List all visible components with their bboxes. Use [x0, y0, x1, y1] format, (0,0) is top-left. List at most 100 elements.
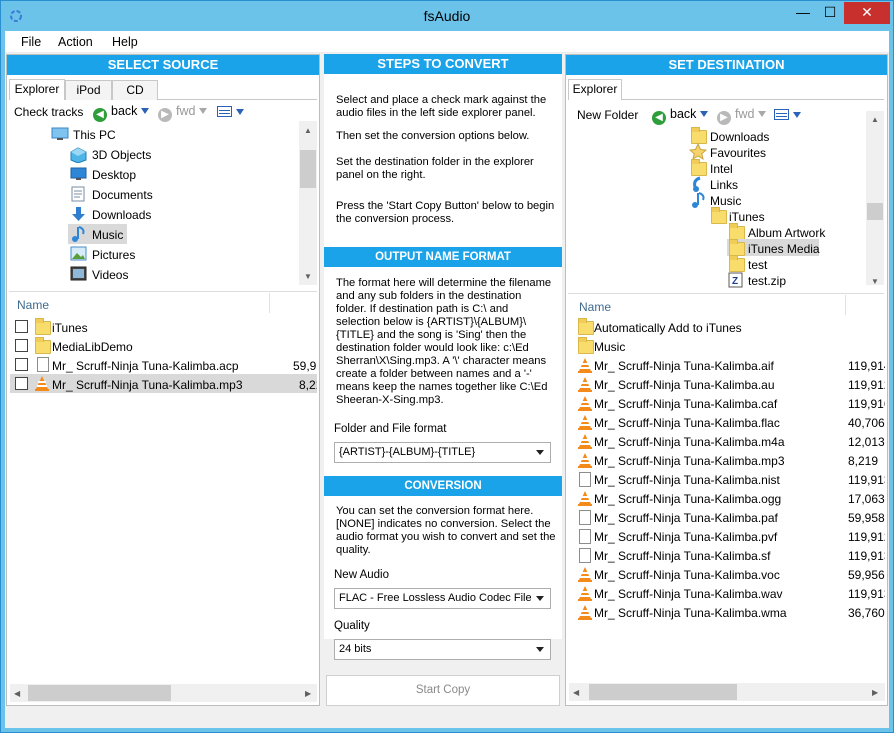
dest-tree-scrollbar[interactable]: [866, 111, 884, 285]
start-copy-button[interactable]: Start Copy: [326, 675, 560, 706]
dest-file-name[interactable]: Mr_ Scruff-Ninja Tuna-Kalimba.pvf: [594, 530, 777, 544]
folder-file-format-select[interactable]: {ARTIST}-{ALBUM}-{TITLE}: [334, 442, 551, 463]
dest-file-name[interactable]: Mr_ Scruff-Ninja Tuna-Kalimba.au: [594, 378, 775, 392]
view-dropdown-icon[interactable]: [793, 112, 801, 118]
fwd-dropdown-icon[interactable]: [199, 108, 208, 114]
menu-file[interactable]: File: [21, 35, 41, 49]
dest-file-name[interactable]: Mr_ Scruff-Ninja Tuna-Kalimba.wav: [594, 587, 783, 601]
dest-tree-item-links[interactable]: Links: [710, 178, 738, 192]
dest-file-name[interactable]: Mr_ Scruff-Ninja Tuna-Kalimba.wma: [594, 606, 787, 620]
tree-scroll-thumb[interactable]: [300, 150, 316, 188]
dest-tab-explorer[interactable]: Explorer: [568, 79, 622, 100]
dest-file-name[interactable]: Automatically Add to iTunes: [594, 321, 742, 335]
back-dropdown-icon[interactable]: [141, 108, 150, 114]
vlc-cone-icon: [578, 453, 592, 468]
folder-icon: [729, 255, 745, 272]
dest-tree-item-favourites[interactable]: Favourites: [710, 146, 766, 160]
maximize-button[interactable]: ☐: [816, 2, 844, 24]
dest-file-name[interactable]: Mr_ Scruff-Ninja Tuna-Kalimba.caf: [594, 397, 777, 411]
file-name[interactable]: MediaLibDemo: [52, 340, 133, 354]
tree-item-music[interactable]: Music: [92, 228, 123, 242]
close-button[interactable]: ✕: [844, 2, 890, 24]
dest-column-header-name[interactable]: Name: [579, 300, 611, 314]
dest-view-button[interactable]: [774, 108, 805, 122]
dest-tree-scroll-thumb[interactable]: [867, 203, 883, 220]
track-checkbox[interactable]: [15, 320, 28, 333]
dest-tree-item-test[interactable]: test: [748, 258, 767, 272]
fwd-dropdown-icon[interactable]: [758, 111, 767, 117]
minimize-button[interactable]: —: [790, 2, 816, 24]
scroll-left-arrow-icon[interactable]: ◀: [14, 689, 20, 698]
tab-explorer[interactable]: Explorer: [9, 79, 65, 100]
tree-item-desktop[interactable]: Desktop: [92, 168, 136, 182]
view-button[interactable]: [217, 105, 248, 119]
chevron-down-icon: [536, 450, 544, 455]
tree-item-3d-objects[interactable]: 3D Objects: [92, 148, 151, 162]
quality-select[interactable]: 24 bits: [334, 639, 551, 660]
tab-ipod[interactable]: iPod: [65, 80, 112, 100]
file-name[interactable]: Mr_ Scruff-Ninja Tuna-Kalimba.acp: [52, 359, 239, 373]
menu-help[interactable]: Help: [112, 35, 138, 49]
dest-file-name[interactable]: Mr_ Scruff-Ninja Tuna-Kalimba.aif: [594, 359, 774, 373]
tree-item-videos[interactable]: Videos: [92, 268, 128, 282]
view-grid-icon: [774, 109, 789, 120]
back-label: back: [111, 104, 138, 118]
dest-file-name[interactable]: Mr_ Scruff-Ninja Tuna-Kalimba.flac: [594, 416, 780, 430]
column-header-name[interactable]: Name: [17, 298, 49, 312]
view-dropdown-icon[interactable]: [236, 109, 244, 115]
dest-file-name[interactable]: Mr_ Scruff-Ninja Tuna-Kalimba.voc: [594, 568, 780, 582]
folder-file-format-label: Folder and File format: [334, 423, 447, 435]
dest-back-button[interactable]: ◀ back: [652, 107, 712, 125]
fwd-button[interactable]: ▶ fwd: [158, 104, 211, 122]
scroll-down-arrow-icon[interactable]: ▼: [304, 272, 312, 281]
scroll-right-arrow-icon[interactable]: ▶: [305, 689, 311, 698]
step-1-text: Select and place a check mark against th…: [336, 94, 547, 119]
track-checkbox[interactable]: [15, 358, 28, 371]
dest-tree-item-test-zip[interactable]: test.zip: [748, 274, 786, 288]
dest-h-scroll-thumb[interactable]: [589, 684, 737, 700]
dest-tree-item-itunes-media[interactable]: iTunes Media: [748, 242, 820, 256]
videos-icon: [70, 266, 87, 281]
check-tracks-label[interactable]: Check tracks: [14, 105, 83, 119]
menu-action[interactable]: Action: [58, 35, 93, 49]
track-checkbox[interactable]: [15, 377, 28, 390]
dest-tree-item-music[interactable]: Music: [710, 194, 741, 208]
back-dropdown-icon[interactable]: [700, 111, 709, 117]
dest-file-name[interactable]: Mr_ Scruff-Ninja Tuna-Kalimba.nist: [594, 473, 780, 487]
dest-tree-item-itunes[interactable]: iTunes: [729, 210, 765, 224]
dest-fwd-button[interactable]: ▶ fwd: [717, 107, 770, 125]
tree-item-downloads[interactable]: Downloads: [92, 208, 151, 222]
dest-file-name[interactable]: Mr_ Scruff-Ninja Tuna-Kalimba.mp3: [594, 454, 785, 468]
new-folder-button[interactable]: New Folder: [577, 108, 638, 122]
chevron-down-icon: [536, 596, 544, 601]
dest-file-name[interactable]: Music: [594, 340, 625, 354]
music-note-icon: [692, 192, 705, 208]
dest-tree-item-downloads[interactable]: Downloads: [710, 130, 769, 144]
new-audio-select[interactable]: FLAC - Free Lossless Audio Codec File: [334, 588, 551, 609]
dest-tree-item-album-artwork[interactable]: Album Artwork: [748, 226, 825, 240]
tree-item-pictures[interactable]: Pictures: [92, 248, 135, 262]
dest-file-name[interactable]: Mr_ Scruff-Ninja Tuna-Kalimba.ogg: [594, 492, 781, 506]
dest-tree-item-intel[interactable]: Intel: [710, 162, 733, 176]
dest-file-size: 12,013: [848, 435, 885, 449]
scroll-down-arrow-icon[interactable]: ▼: [871, 277, 879, 286]
scroll-up-arrow-icon[interactable]: ▲: [304, 126, 312, 135]
dest-file-name[interactable]: Mr_ Scruff-Ninja Tuna-Kalimba.paf: [594, 511, 778, 525]
track-checkbox[interactable]: [15, 339, 28, 352]
h-scroll-thumb[interactable]: [28, 685, 171, 701]
dest-file-name[interactable]: Mr_ Scruff-Ninja Tuna-Kalimba.sf: [594, 549, 771, 563]
file-name[interactable]: Mr_ Scruff-Ninja Tuna-Kalimba.mp3: [52, 378, 243, 392]
tab-cd[interactable]: CD: [112, 80, 158, 100]
back-button[interactable]: ◀ back: [93, 104, 153, 122]
tree-item-this-pc[interactable]: This PC: [73, 128, 116, 142]
file-name[interactable]: iTunes: [52, 321, 88, 335]
scroll-right-arrow-icon[interactable]: ▶: [872, 688, 878, 697]
folder-icon: [691, 127, 707, 144]
vlc-cone-icon: [578, 415, 592, 430]
scroll-up-arrow-icon[interactable]: ▲: [871, 115, 879, 124]
conversion-description: You can set the conversion format here. …: [336, 505, 556, 556]
scroll-left-arrow-icon[interactable]: ◀: [573, 688, 579, 697]
tree-item-documents[interactable]: Documents: [92, 188, 153, 202]
dest-file-name[interactable]: Mr_ Scruff-Ninja Tuna-Kalimba.m4a: [594, 435, 785, 449]
tree-scrollbar[interactable]: [299, 121, 317, 285]
